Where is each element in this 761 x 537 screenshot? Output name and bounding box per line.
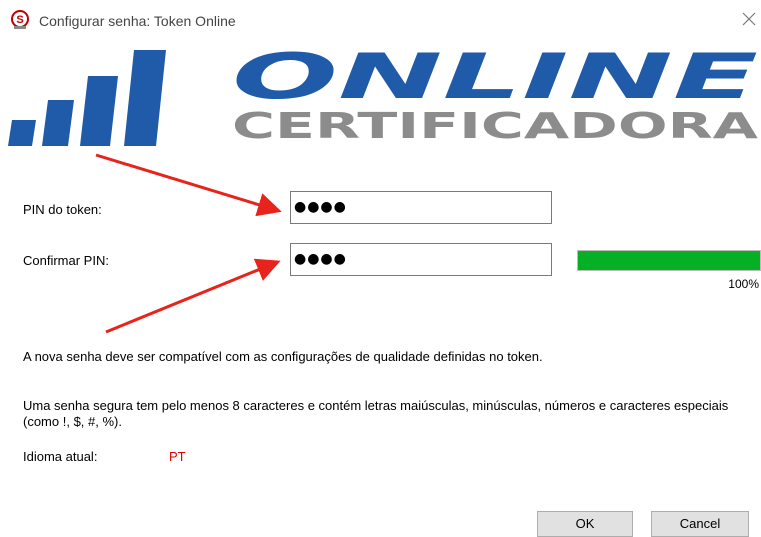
cancel-button[interactable]: Cancel xyxy=(651,511,749,537)
arrow-to-confirm-input xyxy=(105,258,281,334)
strength-percent: 100% xyxy=(728,277,759,291)
pin-label: PIN do token: xyxy=(23,202,102,217)
close-icon[interactable] xyxy=(738,8,760,30)
confirm-pin-input[interactable]: ●●●● xyxy=(290,243,552,276)
confirm-pin-label: Confirmar PIN: xyxy=(23,253,109,268)
brand-bottom-text: CERTIFICADORA xyxy=(232,106,758,147)
online-certificadora-logo: ONLINE CERTIFICADORA xyxy=(8,44,758,147)
secure-password-hint: Uma senha segura tem pelo menos 8 caract… xyxy=(23,398,729,429)
language-label: Idioma atual: xyxy=(23,449,98,464)
signal-bars-icon xyxy=(8,50,166,146)
strength-progress-bar xyxy=(577,250,761,271)
app-icon: S xyxy=(11,10,29,29)
window-title: Configurar senha: Token Online xyxy=(39,13,236,29)
pin-input[interactable]: ●●●● xyxy=(290,191,552,224)
brand-top-text: ONLINE xyxy=(232,44,758,113)
ok-button[interactable]: OK xyxy=(537,511,633,537)
language-value: PT xyxy=(169,449,186,464)
arrow-to-pin-input xyxy=(95,153,282,217)
svg-text:S: S xyxy=(16,14,23,26)
compatibility-note: A nova senha deve ser compatível com as … xyxy=(23,349,543,364)
strength-progress-fill xyxy=(578,251,760,270)
